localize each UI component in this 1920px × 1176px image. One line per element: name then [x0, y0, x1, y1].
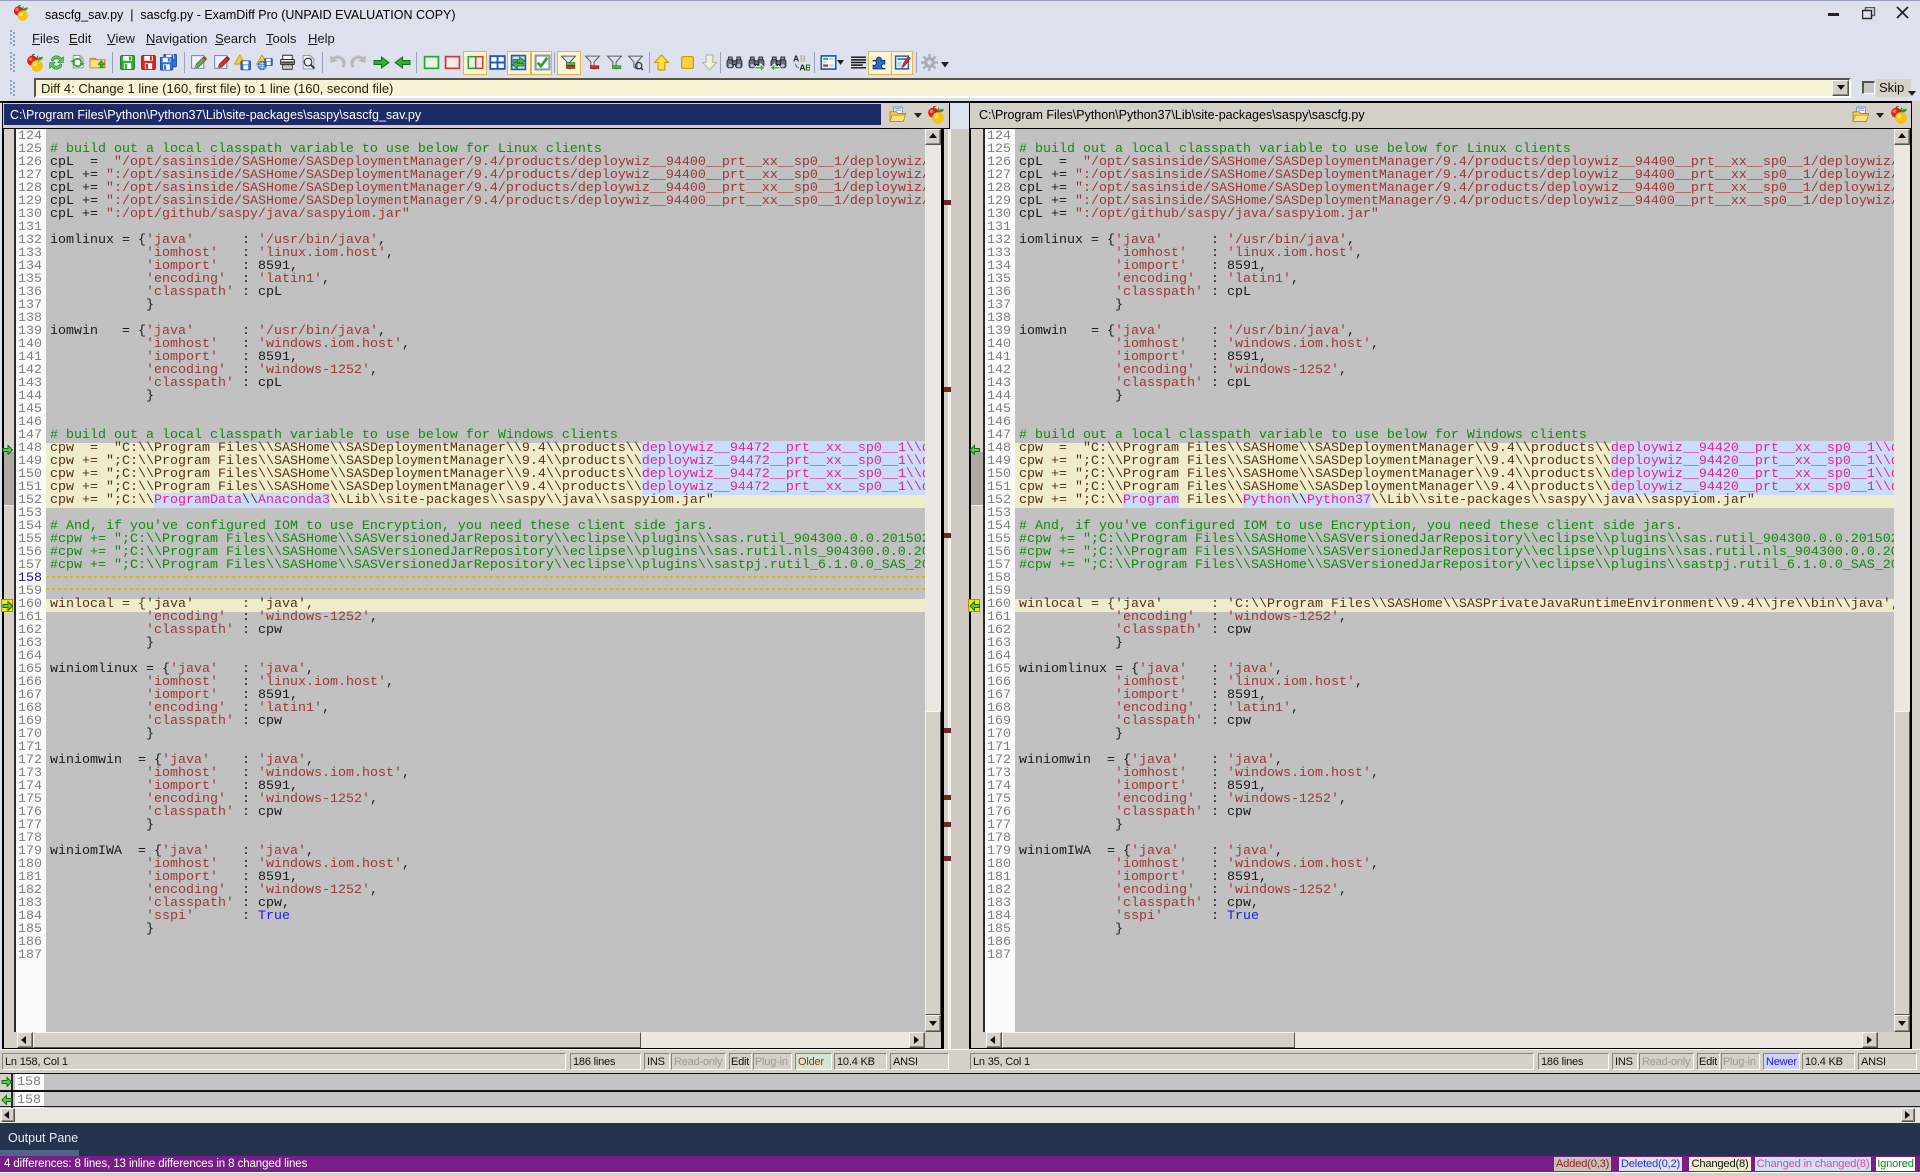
svg-text:B: B	[805, 62, 810, 71]
svg-text:A: A	[793, 54, 799, 63]
